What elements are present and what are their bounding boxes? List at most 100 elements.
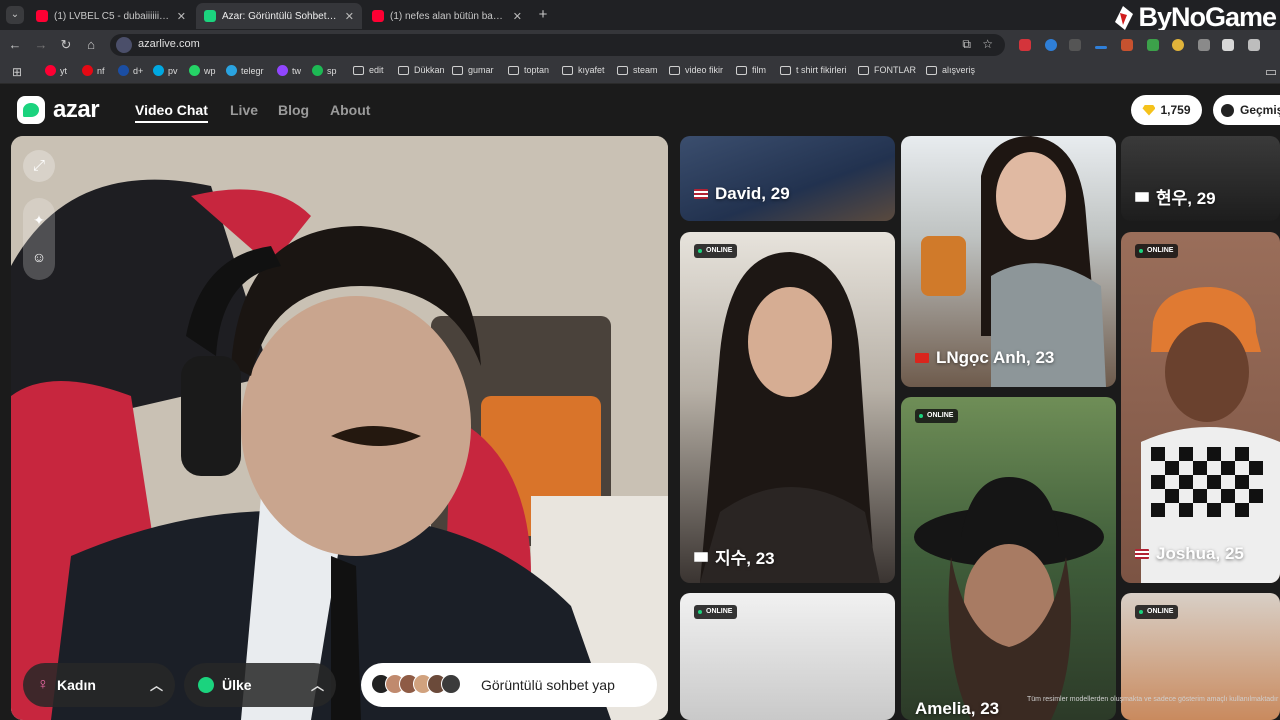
new-tab-button[interactable]: + [534, 6, 552, 24]
reload-icon[interactable]: ↻ [57, 36, 75, 54]
azar-logo[interactable]: azar [17, 96, 100, 124]
bookmark-telegr[interactable]: telegr [226, 65, 264, 76]
browser-tab-azar[interactable]: Azar: Görüntülü Sohbet, Ar ✕ [196, 3, 362, 29]
extension-icon[interactable] [1019, 39, 1031, 51]
site-info-icon[interactable] [116, 37, 132, 53]
bookmark-label: t shirt fikirleri [796, 65, 847, 75]
extension-icon[interactable] [1147, 39, 1159, 51]
bookmark-star-icon[interactable]: ☆ [982, 37, 993, 51]
chevron-up-icon: ︿ [149, 678, 163, 693]
forward-icon[interactable]: → [32, 36, 50, 54]
url-text: azarlive.com [138, 38, 200, 50]
bookmark-label: film [752, 65, 766, 75]
bookmark-film[interactable]: film [736, 65, 766, 75]
extension-icon[interactable] [1069, 39, 1081, 51]
site-favicon-icon [118, 65, 129, 76]
fullscreen-button[interactable]: ⤢ [23, 150, 55, 182]
profile-card-joshua[interactable]: ONLINE Joshua, 25 [1121, 232, 1280, 583]
bookmark-gumar[interactable]: gumar [452, 65, 494, 75]
nav-live[interactable]: Live [230, 102, 258, 118]
profile-card-4[interactable]: ONLINE [680, 593, 895, 720]
browser-tab-youtube-1[interactable]: (1) LVBEL C5 - dubaiiiiii - YouTu ✕ [28, 3, 194, 29]
extensions-puzzle-icon[interactable] [1248, 39, 1260, 51]
nav-blog[interactable]: Blog [278, 102, 309, 118]
bookmark-k-yafet[interactable]: kıyafet [562, 65, 605, 75]
bookmark-steam[interactable]: steam [617, 65, 658, 75]
bookmark-video-fikir[interactable]: video fikir [669, 65, 723, 75]
bookmark-label: nf [97, 65, 105, 76]
bookmark-tw[interactable]: tw [277, 65, 301, 76]
back-icon[interactable]: ← [6, 36, 24, 54]
clock-icon [1221, 103, 1234, 117]
bookmark-label: steam [633, 65, 658, 75]
install-app-icon[interactable]: ⧉ [962, 37, 971, 52]
extension-icon[interactable] [1172, 39, 1184, 51]
bookmark-yt[interactable]: yt [45, 65, 67, 76]
bookmark-label: gumar [468, 65, 494, 75]
bookmark-label: d+ [133, 65, 144, 76]
profile-name-text: LNgọc Anh, 23 [936, 348, 1055, 367]
bookmark-label: FONTLAR [874, 65, 917, 75]
profile-name-text: Amelia, 23 [915, 699, 1000, 718]
bookmark-al-veri-[interactable]: alışveriş [926, 65, 975, 75]
extension-icon[interactable] [1095, 46, 1107, 49]
bookmark-fontlar[interactable]: FONTLAR [858, 65, 916, 75]
start-video-chat-button[interactable]: Görüntülü sohbet yap [361, 663, 657, 707]
bookmark-d-[interactable]: d+ [118, 65, 143, 76]
folder-icon [452, 65, 463, 75]
close-tab-icon[interactable]: ✕ [177, 10, 186, 23]
home-icon[interactable]: ⌂ [82, 36, 100, 54]
tab-search-button[interactable]: ⌄ [6, 6, 24, 24]
extension-icon[interactable] [1121, 39, 1133, 51]
site-favicon-icon [153, 65, 164, 76]
tab-title: (1) nefes alan bütün bayan arka [390, 10, 507, 22]
youtube-icon [372, 10, 384, 22]
sparkle-effects-icon[interactable]: ✦ [23, 204, 55, 236]
extension-icon[interactable] [1045, 39, 1057, 51]
profile-name: 지수, 23 [694, 544, 775, 569]
browser-tab-youtube-2[interactable]: (1) nefes alan bütün bayan arka ✕ [364, 3, 530, 29]
bookmark-d-kkan[interactable]: Dükkan [398, 65, 445, 75]
close-tab-icon[interactable]: ✕ [345, 10, 354, 23]
bookmark-pv[interactable]: pv [153, 65, 178, 76]
bookmark-wp[interactable]: wp [189, 65, 216, 76]
profile-card-david[interactable]: David, 29 [680, 136, 895, 221]
nav-about[interactable]: About [330, 102, 370, 118]
history-label: Geçmiş [1240, 103, 1280, 117]
bookmark-t-shirt-fikirleri[interactable]: t shirt fikirleri [780, 65, 847, 75]
profile-card-hyunwoo[interactable]: 현우, 29 [1121, 136, 1280, 221]
site-favicon-icon [226, 65, 237, 76]
site-favicon-icon [82, 65, 93, 76]
site-favicon-icon [189, 65, 200, 76]
folder-icon [858, 65, 869, 75]
bookmarks-bar: ⊞ yt nf d+ pv wp telegr tw sp edit Dükkan gumar top… [0, 60, 1280, 84]
profile-card-amelia[interactable]: ONLINE Amelia, 23 [901, 397, 1116, 720]
tab-title: (1) LVBEL C5 - dubaiiiiii - YouTu [54, 10, 171, 22]
profile-name: 현우, 29 [1135, 184, 1216, 209]
close-tab-icon[interactable]: ✕ [513, 10, 522, 23]
chevron-up-icon: ︿ [310, 678, 324, 693]
profile-card-jisu[interactable]: ONLINE 지수, 23 [680, 232, 895, 583]
url-bar[interactable]: azarlive.com ⧉ ☆ [110, 34, 1005, 56]
bookmark-folder-icon[interactable]: ▭ [1262, 63, 1280, 81]
gender-filter-label: Kadın [57, 677, 96, 693]
extension-icon[interactable] [1222, 39, 1234, 51]
country-filter-button[interactable]: Ülke ︿ [184, 663, 336, 707]
profile-photo [700, 252, 880, 583]
avatar [441, 674, 461, 694]
folder-icon [736, 65, 747, 75]
history-button[interactable]: Geçmiş [1213, 95, 1280, 125]
bookmark-nf[interactable]: nf [82, 65, 105, 76]
bookmark-toptan[interactable]: toptan [508, 65, 549, 75]
extension-icon[interactable] [1198, 39, 1210, 51]
gender-filter-button[interactable]: ♀ Kadın ︿ [23, 663, 175, 707]
profile-card-lngoc[interactable]: LNgọc Anh, 23 [901, 136, 1116, 387]
sticker-face-icon[interactable]: ☺ [23, 241, 55, 273]
bookmark-sp[interactable]: sp [312, 65, 337, 76]
watermark: ByNoGame [1112, 2, 1277, 33]
online-badge: ONLINE [1135, 605, 1179, 619]
nav-video-chat[interactable]: Video Chat [135, 102, 208, 123]
apps-grid-icon[interactable]: ⊞ [8, 63, 26, 81]
gems-balance-button[interactable]: 1,759 [1131, 95, 1202, 125]
bookmark-edit[interactable]: edit [353, 65, 384, 75]
